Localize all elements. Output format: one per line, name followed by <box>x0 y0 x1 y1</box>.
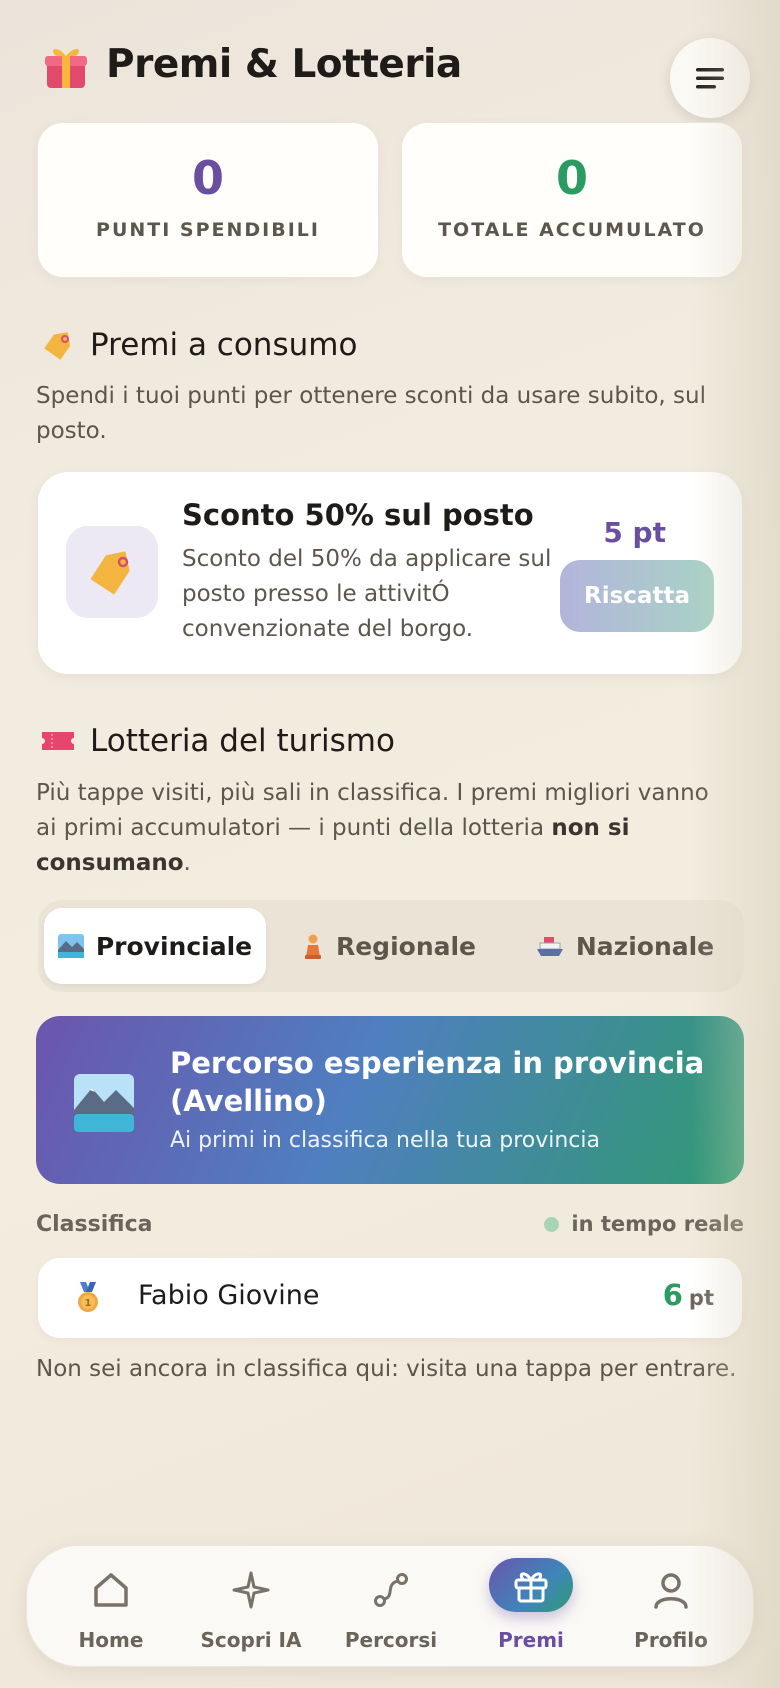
lottery-description-end: . <box>183 850 191 876</box>
landscape-icon <box>74 1074 134 1136</box>
menu-button[interactable] <box>670 38 750 118</box>
tag-icon <box>44 332 71 360</box>
spendable-points-value: 0 <box>191 151 224 205</box>
tab-regionale-label: Regionale <box>335 931 477 961</box>
nav-home-label: Home <box>78 1628 144 1652</box>
sparkle-icon <box>227 1566 275 1614</box>
nav-home[interactable]: Home <box>41 1546 181 1668</box>
consumables-description: Spendi i tuoi punti per ottenere sconti … <box>36 383 706 444</box>
nav-scopri-ia[interactable]: Scopri IA <box>181 1546 321 1668</box>
ship-icon <box>536 934 564 958</box>
banner-title: Percorso esperienza in provincia (Avelli… <box>170 1046 705 1118</box>
tab-provinciale-label: Provinciale <box>95 931 253 961</box>
lottery-tabs: Provinciale Regionale Nazionale <box>38 900 744 992</box>
spendable-points-label: PUNTI SPENDIBILI <box>96 219 320 241</box>
realtime-indicator: in tempo reale <box>544 1212 744 1236</box>
gift-icon <box>44 44 88 90</box>
nav-profilo-label: Profilo <box>634 1628 708 1652</box>
ranking-points-unit: pt <box>688 1286 714 1310</box>
live-dot-icon <box>544 1216 560 1232</box>
consumables-heading: Premi a consumo <box>40 327 357 363</box>
total-accumulated-card: 0 TOTALE ACCUMULATO <box>401 122 743 278</box>
nav-percorsi[interactable]: Percorsi <box>321 1546 461 1668</box>
tag-icon <box>66 526 158 618</box>
nav-percorsi-label: Percorsi <box>344 1628 438 1652</box>
realtime-label: in tempo reale <box>571 1212 744 1236</box>
lottery-banner: Percorso esperienza in provincia (Avelli… <box>36 1016 744 1184</box>
consumables-title: Premi a consumo <box>90 327 358 363</box>
total-accumulated-value: 0 <box>555 151 588 205</box>
landscape-icon <box>57 934 84 958</box>
nav-premi[interactable]: Premi <box>461 1546 601 1668</box>
lottery-title: Lotteria del turismo <box>90 723 395 759</box>
bottom-nav: Home Scopri IA Percorsi Premi Profilo <box>26 1545 754 1667</box>
reward-title: Sconto 50% sul posto <box>182 498 534 532</box>
svg-text:1: 1 <box>85 1298 92 1309</box>
spendable-points-card: 0 PUNTI SPENDIBILI <box>37 122 379 278</box>
route-icon <box>367 1566 415 1614</box>
not-ranked-message: Non sei ancora in classifica qui: visita… <box>36 1356 737 1382</box>
tab-nazionale-label: Nazionale <box>575 931 715 961</box>
gift-icon <box>489 1558 573 1612</box>
nav-scopri-ia-label: Scopri IA <box>200 1628 302 1652</box>
lottery-heading: Lotteria del turismo <box>40 723 395 759</box>
first-place-medal-icon: 1 <box>74 1282 102 1318</box>
reward-card: Sconto 50% sul posto Sconto del 50% da a… <box>38 472 742 674</box>
page-title: Premi & Lotteria <box>106 42 462 87</box>
tab-nazionale[interactable]: Nazionale <box>512 908 738 984</box>
trophy-figure-icon <box>302 933 324 959</box>
nav-profilo[interactable]: Profilo <box>601 1546 741 1668</box>
lottery-description: Più tappe visiti, più sali in classifica… <box>36 776 726 881</box>
ranking-name: Fabio Giovine <box>138 1280 320 1311</box>
header: Premi & Lotteria <box>40 38 750 128</box>
reward-points: 5 pt <box>603 516 666 549</box>
reward-description: Sconto del 50% da applicare sul posto pr… <box>182 546 552 642</box>
ranking-row: 1 Fabio Giovine 6 pt <box>38 1258 742 1338</box>
tab-provinciale[interactable]: Provinciale <box>44 908 266 984</box>
nav-premi-label: Premi <box>498 1628 564 1652</box>
hamburger-menu-icon <box>696 68 724 89</box>
ranking-points: 6 pt <box>663 1278 714 1312</box>
banner-subtitle: Ai primi in classifica nella tua provinc… <box>170 1128 600 1153</box>
ranking-header: Classifica in tempo reale <box>36 1212 744 1242</box>
redeem-button[interactable]: Riscatta <box>560 560 714 632</box>
user-icon <box>647 1566 695 1614</box>
total-accumulated-label: TOTALE ACCUMULATO <box>438 219 706 241</box>
ranking-title: Classifica <box>36 1212 153 1237</box>
home-icon <box>87 1566 135 1614</box>
ticket-icon <box>42 732 74 750</box>
tab-regionale[interactable]: Regionale <box>278 908 500 984</box>
ranking-points-value: 6 <box>662 1278 683 1312</box>
